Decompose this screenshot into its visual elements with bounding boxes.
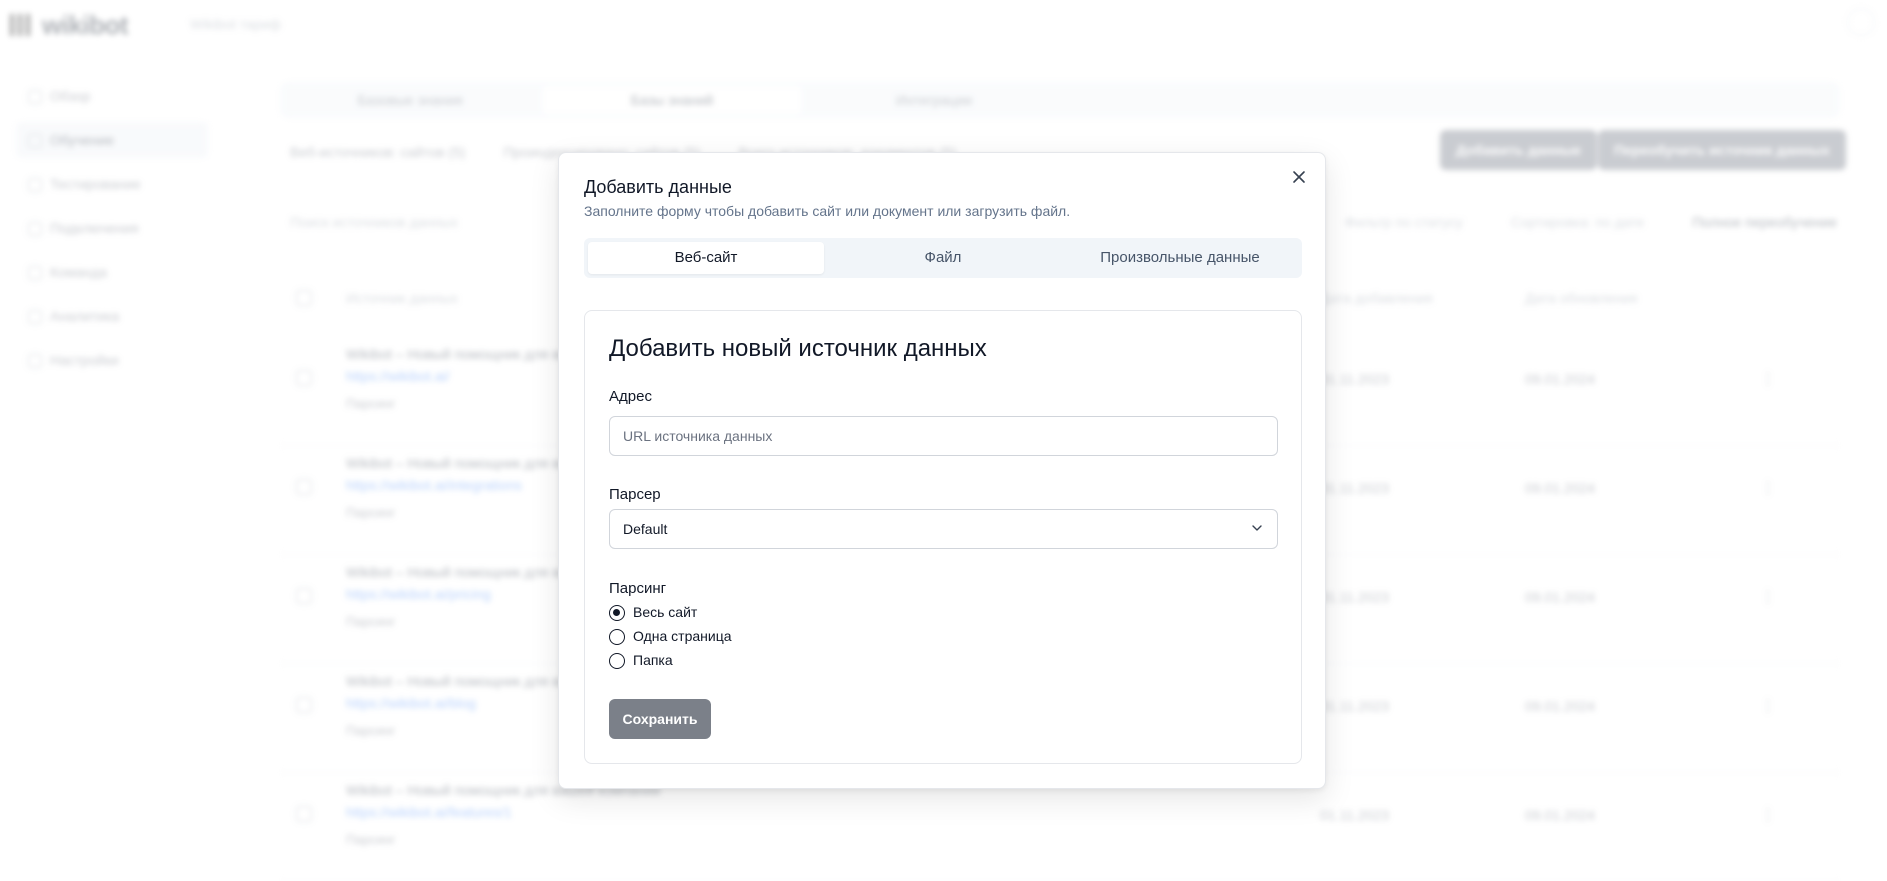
source-form-card: Добавить новый источник данных Адрес Пар… bbox=[584, 310, 1302, 764]
parser-label: Парсер bbox=[609, 486, 661, 503]
form-heading: Добавить новый источник данных bbox=[609, 335, 987, 362]
radio-button[interactable] bbox=[609, 629, 625, 645]
tab-custom-data[interactable]: Произвольные данные bbox=[1062, 242, 1298, 274]
dialog-title: Добавить данные bbox=[584, 177, 732, 197]
chevron-down-icon bbox=[1252, 525, 1262, 531]
radio-button[interactable] bbox=[609, 653, 625, 669]
radio-label: Папка bbox=[633, 652, 673, 668]
close-icon-glyph bbox=[1293, 171, 1305, 183]
radio-button[interactable] bbox=[609, 605, 625, 621]
save-button[interactable]: Сохранить bbox=[609, 699, 711, 739]
radio-label: Одна страница bbox=[633, 628, 732, 644]
tab-website[interactable]: Веб-сайт bbox=[588, 242, 824, 274]
parser-select[interactable]: Default bbox=[609, 509, 1278, 549]
radio-label: Весь сайт bbox=[633, 604, 698, 620]
parsing-label: Парсинг bbox=[609, 580, 667, 597]
parser-value: Default bbox=[623, 521, 668, 537]
address-input[interactable] bbox=[609, 416, 1278, 456]
tab-file[interactable]: Файл bbox=[825, 242, 1061, 274]
close-icon[interactable] bbox=[1289, 167, 1309, 187]
add-data-dialog: Добавить данные Заполните форму чтобы до… bbox=[558, 152, 1326, 789]
address-label: Адрес bbox=[609, 388, 652, 405]
source-type-tabs: Веб-сайт Файл Произвольные данные bbox=[584, 238, 1302, 278]
dialog-subtitle: Заполните форму чтобы добавить сайт или … bbox=[584, 203, 1071, 219]
